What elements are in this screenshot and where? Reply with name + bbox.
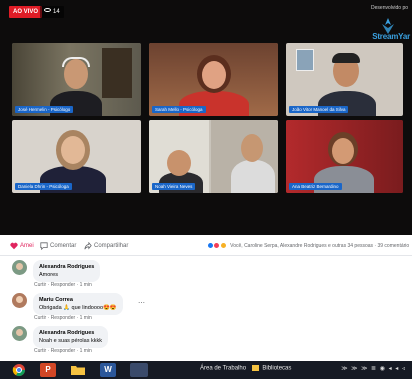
comment-text: Noah e suas pérolas kkkk (39, 338, 102, 344)
windows-taskbar: P W Área de Trabalho Bibliotecas ≫ ≫ ≫ ≣… (0, 361, 412, 379)
comment-bubble: Mariu Correa Obrigada 🙏 que lindoooo😍😍 (33, 293, 123, 315)
love-reaction-button[interactable]: Amei (10, 241, 34, 251)
share-label: Compartilhar (94, 243, 129, 249)
reactions-summary[interactable]: Você, Caroline Serpa, Alexandre Rodrigue… (207, 241, 409, 251)
participant-tile: José Hermelin - Psicólogo (12, 43, 141, 116)
comment-reply-link[interactable]: Responder (51, 348, 75, 354)
share-button[interactable]: Compartilhar (84, 241, 128, 251)
comment-reply-link[interactable]: Responder (51, 315, 75, 321)
libraries-icon (251, 365, 259, 371)
avatar[interactable] (12, 293, 27, 308)
eye-icon (44, 8, 51, 13)
comment-author[interactable]: Mariu Correa (39, 296, 117, 304)
participant-name-tag: Noah Vieira Neves (152, 183, 196, 190)
participant-tile: João Vitor Manoel da Silva (286, 43, 403, 116)
participant-tile: Ana Beatriz Bernardino (286, 120, 403, 193)
comment-meta: Curtir · Responder · 1 min (34, 348, 92, 354)
comment-time: 1 min (79, 348, 92, 354)
brand-name: StreamYar (372, 32, 410, 41)
haha-reaction-icon (219, 242, 227, 250)
participant-name-tag: Ana Beatriz Bernardino (289, 183, 342, 190)
comment-bubble: Alexandra Rodrigues Noah e suas pérolas … (33, 326, 108, 348)
folder-icon (71, 366, 85, 375)
comment-like-link[interactable]: Curtir (34, 348, 46, 354)
avatar[interactable] (12, 326, 27, 341)
comment-text: Obrigada 🙏 que lindoooo😍😍 (39, 305, 117, 311)
reactions-summary-text: Você, Caroline Serpa, Alexandre Rodrigue… (230, 243, 410, 249)
comment-author[interactable]: Alexandra Rodrigues (39, 329, 102, 337)
share-icon (84, 242, 92, 250)
comment-reply-link[interactable]: Responder (51, 282, 75, 288)
system-tray[interactable]: ≫ ≫ ≫ ≣ ◉ ◂ ◂ ◃ (341, 365, 406, 372)
heart-icon (10, 242, 18, 250)
participant-name-tag: José Hermelin - Psicólogo (15, 106, 74, 113)
comment-time: 1 min (79, 315, 92, 321)
post-action-bar: Amei Comentar Compartilhar Você, Carolin… (0, 236, 412, 256)
comment-label: Comentar (50, 243, 77, 249)
file-explorer-taskbar-icon[interactable] (70, 363, 86, 377)
comment-time: 1 min (79, 282, 92, 288)
comment-meta: Curtir · Responder · 1 min (34, 282, 92, 288)
taskbar-desktop-toolbar[interactable]: Área de Trabalho Bibliotecas (200, 365, 291, 372)
participant-tile: Noah Vieira Neves (149, 120, 278, 193)
comment-bubble: Alexandra Rodrigues Amores (33, 260, 101, 282)
comment-icon (40, 242, 48, 250)
chrome-taskbar-icon[interactable] (12, 363, 26, 377)
love-reaction-label: Amei (20, 243, 34, 249)
participant-name-tag: Sarah Mello - Psicóloga (152, 106, 206, 113)
word-taskbar-icon[interactable]: W (100, 363, 116, 377)
viewer-count-value: 14 (53, 9, 60, 15)
desktop-toolbar-label: Área de Trabalho (200, 365, 247, 372)
libraries-label: Bibliotecas (262, 365, 292, 372)
more-options-icon[interactable]: ⋯ (138, 299, 145, 307)
comment-like-link[interactable]: Curtir (34, 282, 46, 288)
participant-tile: Sarah Mello - Psicóloga (149, 43, 278, 116)
live-badge: AO VIVO (9, 6, 43, 18)
participant-name-tag: Daniela Dhrin - Psicóloga (15, 183, 72, 190)
comment-button[interactable]: Comentar (40, 241, 76, 251)
comment-text: Amores (39, 272, 58, 278)
comment-author[interactable]: Alexandra Rodrigues (39, 263, 94, 271)
live-video-player[interactable]: AO VIVO 14 Desenvolvido po StreamYar Jos… (0, 0, 412, 235)
participant-tile: Daniela Dhrin - Psicóloga (12, 120, 141, 193)
app-taskbar-icon[interactable] (130, 363, 148, 377)
comment-like-link[interactable]: Curtir (34, 315, 46, 321)
avatar[interactable] (12, 260, 27, 275)
powerpoint-taskbar-icon[interactable]: P (40, 363, 56, 377)
viewer-count: 14 (40, 6, 64, 18)
brand-caption: Desenvolvido po (371, 5, 408, 11)
participant-name-tag: João Vitor Manoel da Silva (289, 106, 349, 113)
chrome-icon (12, 364, 25, 377)
comment-meta: Curtir · Responder · 1 min (34, 315, 92, 321)
